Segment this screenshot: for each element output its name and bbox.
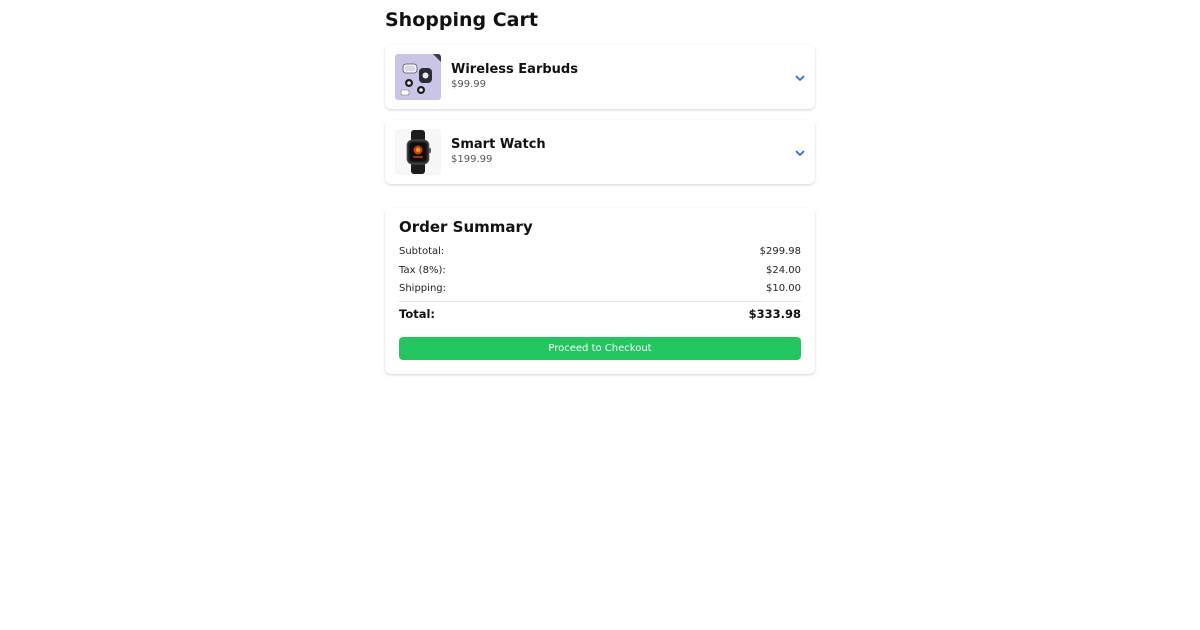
total-row: Total: $333.98: [399, 307, 801, 321]
order-summary: Order Summary Subtotal: $299.98 Tax (8%)…: [385, 208, 815, 374]
item-price: $99.99: [451, 79, 486, 90]
shipping-label: Shipping:: [399, 283, 446, 294]
subtotal-value: $299.98: [759, 246, 801, 257]
total-value: $333.98: [748, 307, 801, 321]
chevron-down-icon[interactable]: [793, 145, 807, 159]
subtotal-row: Subtotal: $299.98: [399, 246, 801, 260]
cart-item: Wireless Earbuds $99.99: [385, 45, 815, 109]
summary-title: Order Summary: [399, 218, 533, 236]
summary-divider: [399, 301, 801, 302]
item-name: Smart Watch: [451, 137, 546, 152]
subtotal-label: Subtotal:: [399, 246, 445, 257]
earbuds-image: [395, 54, 441, 100]
smartwatch-image: [395, 129, 441, 175]
tax-label: Tax (8%):: [399, 265, 446, 276]
chevron-down-icon[interactable]: [793, 70, 807, 84]
shipping-row: Shipping: $10.00: [399, 283, 801, 297]
tax-row: Tax (8%): $24.00: [399, 265, 801, 279]
item-price: $199.99: [451, 154, 493, 165]
cart-item: Smart Watch $199.99: [385, 120, 815, 184]
page-title: Shopping Cart: [385, 9, 538, 31]
item-name: Wireless Earbuds: [451, 62, 578, 77]
checkout-button[interactable]: Proceed to Checkout: [399, 337, 801, 360]
tax-value: $24.00: [766, 265, 801, 276]
total-label: Total:: [399, 307, 436, 321]
shipping-value: $10.00: [766, 283, 801, 294]
